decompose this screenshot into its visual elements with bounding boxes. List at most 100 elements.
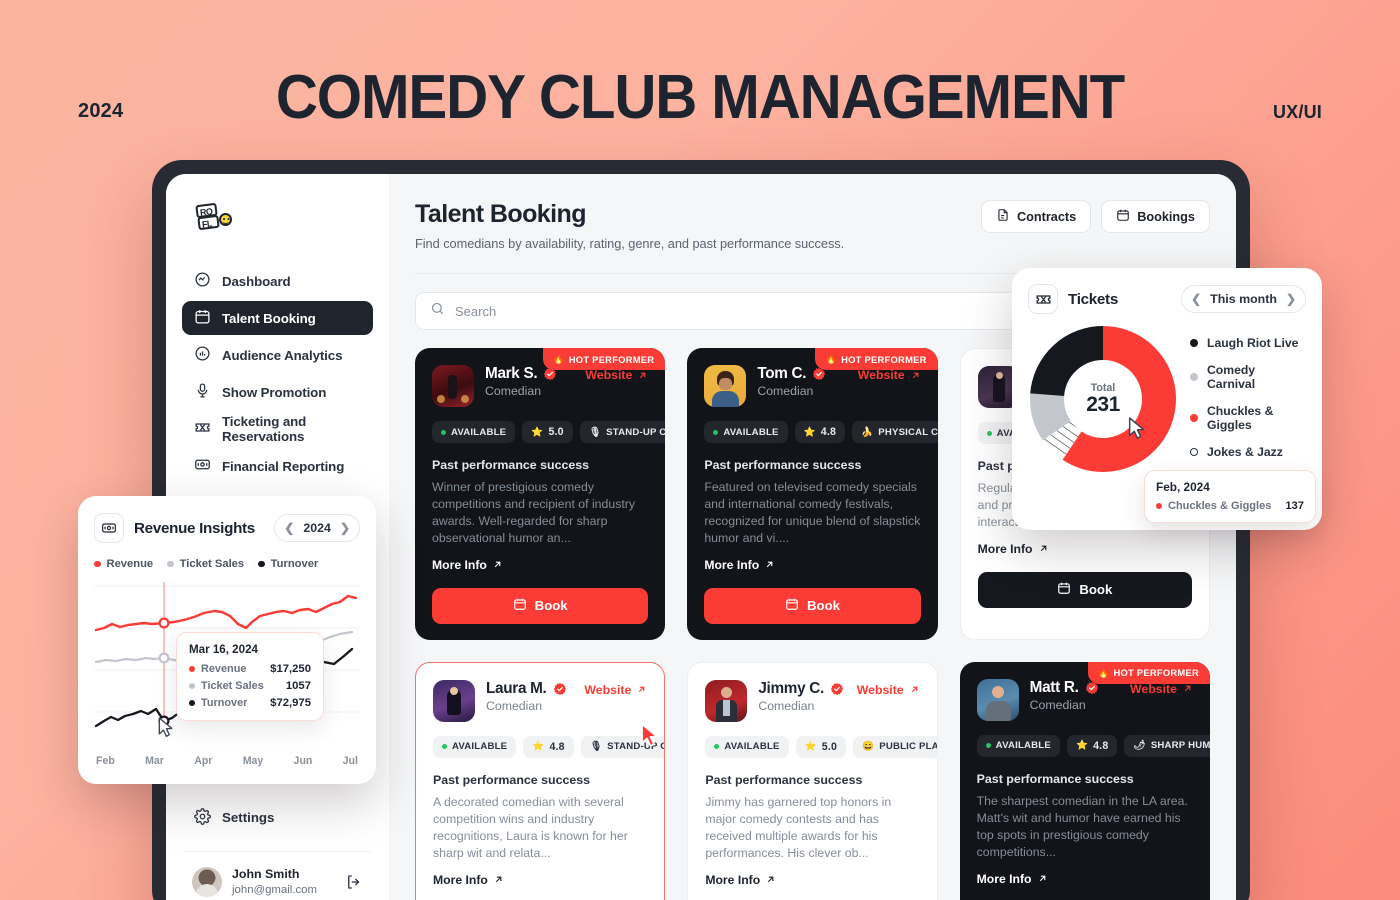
- book-button[interactable]: Book: [977, 571, 1192, 608]
- mouse-cursor-red-icon: [641, 723, 658, 747]
- legend-item-revenue: Revenue: [94, 558, 153, 570]
- logout-icon[interactable]: [345, 873, 363, 891]
- tooltip-row-revenue: Revenue $17,250: [189, 663, 311, 675]
- x-tick-label: Jun: [293, 755, 313, 767]
- sidebar-item-show-promotion[interactable]: Show Promotion: [182, 375, 373, 409]
- talent-card[interactable]: Laura M. Comedian Website AVAILABLE ⭐ 4.…: [415, 661, 666, 900]
- sidebar-item-audience-analytics[interactable]: Audience Analytics: [182, 338, 373, 372]
- rating-chip: ⭐ 4.8: [523, 735, 574, 758]
- more-info-link[interactable]: More Info: [977, 872, 1048, 886]
- talent-role: Comedian: [758, 698, 815, 713]
- chevron-left-icon[interactable]: ❮: [1191, 292, 1201, 306]
- talent-card[interactable]: 🔥 HOT PERFORMER Mark S. Comedian Website…: [415, 348, 666, 640]
- book-button[interactable]: Book: [704, 587, 921, 624]
- mouse-cursor-icon: [158, 717, 173, 737]
- availability-label: AVAILABLE: [995, 740, 1051, 752]
- talent-role: Comedian: [757, 384, 814, 398]
- more-info-link[interactable]: More Info: [704, 558, 775, 572]
- star-icon: ⭐: [804, 741, 817, 753]
- availability-label: AVAILABLE: [451, 426, 507, 438]
- past-performance-title: Past performance success: [976, 771, 1134, 786]
- more-info-label: More Info: [433, 872, 488, 887]
- calendar-icon: [513, 597, 527, 614]
- calendar-icon: [194, 308, 211, 328]
- legend-label: Turnover: [270, 558, 319, 570]
- book-button[interactable]: Book: [432, 587, 649, 624]
- revenue-period-stepper[interactable]: ❮ 2024 ❯: [274, 514, 360, 542]
- genre-chip: 🎙 STAND-UP COMEDY: [579, 421, 666, 443]
- rating-chip: ⭐ 4.8: [794, 421, 846, 443]
- app-logo-icon[interactable]: RO FL: [195, 202, 232, 234]
- tickets-donut-chart[interactable]: Total 231: [1030, 326, 1176, 472]
- microphone-icon: [194, 382, 211, 402]
- sidebar-item-financial-reporting[interactable]: Financial Reporting: [182, 449, 373, 483]
- status-dot-icon: [442, 744, 447, 750]
- talent-thumbnail: [705, 679, 748, 722]
- sidebar-item-settings[interactable]: Settings: [182, 801, 373, 835]
- x-tick-label: Jul: [342, 755, 358, 767]
- revenue-line-chart[interactable]: Mar 16, 2024 Revenue $17,250 Ticket Sale…: [94, 578, 360, 753]
- more-info-link[interactable]: More Info: [433, 873, 504, 887]
- hot-performer-label: HOT PERFORMER: [568, 353, 655, 365]
- tickets-panel-title: Tickets: [1068, 290, 1118, 308]
- sidebar-item-label: Show Promotion: [222, 384, 327, 400]
- talent-description: A decorated comedian with several compet…: [433, 794, 628, 860]
- tickets-period-stepper[interactable]: ❮ This month ❯: [1181, 285, 1306, 313]
- tickets-panel-header: Tickets ❮ This month ❯: [1028, 284, 1306, 314]
- revenue-insights-panel[interactable]: Revenue Insights ❮ 2024 ❯ Revenue Ticket…: [78, 496, 376, 784]
- legend-dot-icon: [1190, 414, 1198, 422]
- bookings-button[interactable]: Bookings: [1101, 200, 1210, 233]
- status-dot-icon: [714, 744, 720, 750]
- sidebar-item-ticketing-and-reservations[interactable]: Ticketing and Reservations: [182, 412, 373, 446]
- rating-chip: ⭐ 5.0: [795, 735, 847, 758]
- legend-item-turnover: Turnover: [258, 558, 318, 570]
- talent-chips: AVAILABLE ⭐ 4.8 🍌 PHYSICAL COMEDY: [704, 421, 938, 443]
- talent-card[interactable]: Jimmy C. Comedian Website AVAILABLE ⭐ 5.…: [687, 661, 938, 900]
- website-link[interactable]: Website: [857, 683, 920, 697]
- user-profile[interactable]: John Smith john@gmail.com: [182, 866, 373, 900]
- status-dot-icon: [986, 430, 992, 436]
- x-tick-label: Feb: [96, 755, 115, 767]
- verified-badge-icon: [553, 682, 567, 696]
- website-link[interactable]: Website: [858, 368, 921, 382]
- contracts-button[interactable]: Contracts: [980, 200, 1092, 233]
- talent-role: Comedian: [1029, 697, 1086, 712]
- rating-value: 5.0: [548, 426, 564, 438]
- tickets-panel[interactable]: Tickets ❮ This month ❯ Total 231 Laugh R…: [1012, 268, 1322, 530]
- talent-card[interactable]: 🔥 HOT PERFORMER Tom C. Comedian Website …: [687, 348, 938, 640]
- more-info-link[interactable]: More Info: [432, 558, 503, 572]
- calendar-icon: [785, 597, 799, 614]
- chevron-right-icon[interactable]: ❯: [340, 521, 350, 535]
- talent-thumbnail: [976, 678, 1019, 721]
- legend-item-laugh-riot-live: Laugh Riot Live: [1190, 336, 1306, 350]
- card-header: Mark S. Comedian Website: [432, 365, 648, 407]
- legend-item-jokes-and-jazz: Jokes & Jazz: [1190, 445, 1306, 459]
- sidebar-item-talent-booking[interactable]: Talent Booking: [182, 301, 373, 335]
- more-info-label: More Info: [705, 872, 761, 887]
- legend-label: Chuckles & Giggles: [1207, 404, 1274, 432]
- availability-chip: AVAILABLE: [433, 735, 517, 758]
- chevron-right-icon[interactable]: ❯: [1286, 292, 1296, 306]
- availability-chip: AVAILABLE: [705, 735, 789, 758]
- legend-dot-icon: [258, 560, 265, 568]
- website-link[interactable]: Website: [585, 368, 648, 382]
- website-label: Website: [585, 368, 633, 382]
- banknote-icon: [94, 513, 124, 543]
- chevron-left-icon[interactable]: ❮: [284, 521, 294, 535]
- sidebar-item-dashboard[interactable]: Dashboard: [182, 264, 373, 298]
- x-tick-label: May: [242, 755, 264, 767]
- card-header: Laura M. Comedian Website: [433, 679, 647, 722]
- more-info-link[interactable]: More Info: [978, 542, 1049, 556]
- talent-chips: AVAILABLE ⭐ 5.0 😄 PUBLIC PLAYER: [705, 735, 937, 758]
- website-link[interactable]: Website: [584, 683, 647, 697]
- revenue-legend: Revenue Ticket Sales Turnover: [94, 558, 360, 570]
- status-dot-icon: [713, 429, 719, 435]
- talent-card[interactable]: 🔥 HOT PERFORMER Matt R. Comedian Website…: [959, 661, 1210, 900]
- user-name: John Smith: [232, 866, 300, 881]
- website-link[interactable]: Website: [1130, 682, 1193, 696]
- chili-icon: 🌶: [1133, 740, 1146, 752]
- more-info-link[interactable]: More Info: [705, 873, 776, 887]
- talent-thumbnail: [704, 365, 747, 407]
- revenue-period-value: 2024: [303, 521, 331, 535]
- sidebar-item-label: Ticketing and Reservations: [222, 414, 307, 444]
